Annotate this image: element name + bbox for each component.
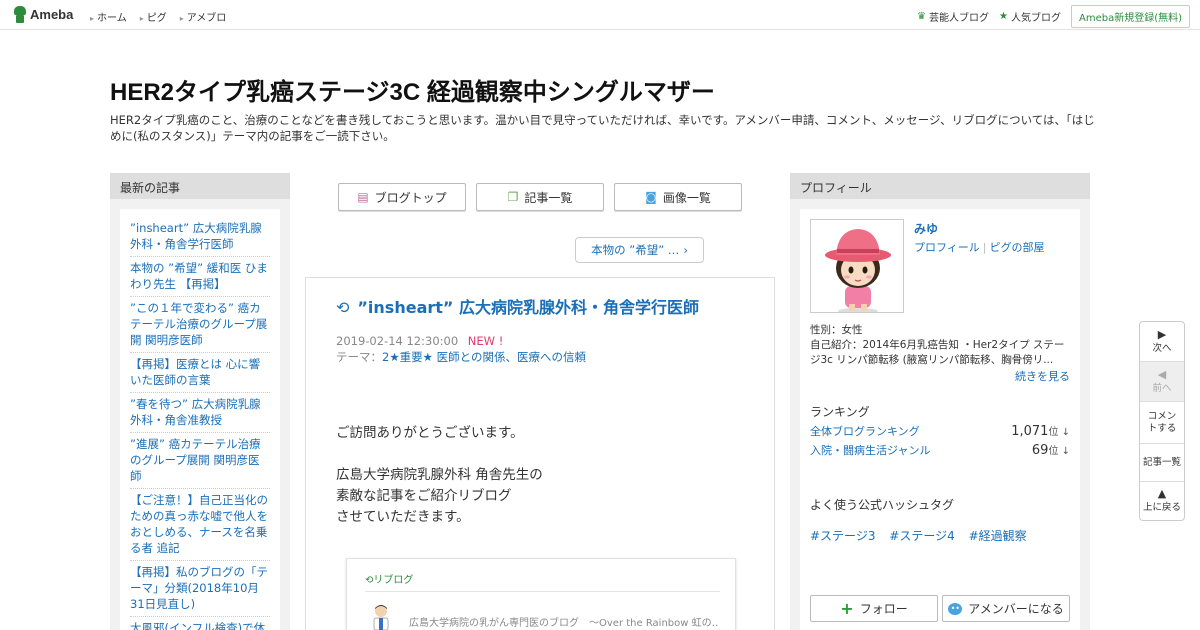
ranking-unit: 位 ↓ [1048,427,1070,438]
doctor-avatar-icon [373,605,389,630]
crown-icon: ♛ [917,11,927,22]
reblog-source: 広島大学病院の乳がん専門医のブログ ～Over the Rainbow 虹の… [409,618,719,629]
profile-inner: みゆ プロフィール | ピグの部屋 性別：女性 自己紹介：2014年6月乳癌告知 ・… [800,209,1080,630]
profile-intro: 自己紹介：2014年6月乳癌告知 ・Her2タイプ ステージ3c リンパ節転移 … [810,339,1065,366]
hashtag[interactable]: #ステージ3 [810,529,875,543]
list-item[interactable]: 大風邪(インフル検査)で休 [130,617,270,630]
theme-link[interactable]: 2★重要★ 医師との関係、医療への信頼 [382,350,586,364]
ranking-heading: ランキング [810,405,870,419]
triangle-left-icon: ◀ [1157,367,1167,381]
body-paragraph: ご訪問ありがとうございます。 [336,425,524,441]
reblog-card[interactable]: ⟲リブログ 広島大学病院の乳がん専門医のブログ ～Over the Rainbo… [346,558,736,630]
ameba-logo[interactable]: Ameba [13,6,73,23]
back-to-top-button[interactable]: ▲ 上に戻る [1140,482,1184,520]
profile-info: 性別：女性 自己紹介：2014年6月乳癌告知 ・Her2タイプ ステージ3c リ… [810,323,1072,368]
ranking-label[interactable]: 入院・闘病生活ジャンル [810,442,930,458]
article-body: ご訪問ありがとうございます。 広島大学病院乳腺外科 角舎先生の 素敵な記事をご紹… [336,423,543,528]
ranking-row-overall: 全体ブログランキング 1,071位 ↓ [810,423,1070,439]
nav-ameblo[interactable]: アメブロ [180,9,227,24]
celebrity-blog-link[interactable]: ♛ 芸能人ブログ [917,9,989,24]
next-article-link[interactable]: 本物の ”希望” … › [575,237,704,263]
reblog-label: ⟲リブログ [365,575,414,586]
blog-top-button[interactable]: ▤ ブログトップ [338,183,466,211]
blog-title[interactable]: HER2タイプ乳癌ステージ3C 経過観察中シングルマザー [110,72,715,107]
comment-button[interactable]: コメントする [1140,402,1184,444]
list-item[interactable]: ”進展” 癌カテーテル治療のグループ展開 関明彦医師 [130,433,270,489]
article-list-button[interactable]: ❐ 記事一覧 [476,183,604,211]
hashtag[interactable]: #経過観察 [969,529,1027,543]
chevron-right-icon: › [683,243,688,257]
triangle-right-icon: ▶ [1157,327,1167,341]
image-list-button[interactable]: ◙ 画像一覧 [614,183,742,211]
reblog-icon: ⟲ [336,298,350,317]
triangle-up-icon: ▲ [1157,487,1167,500]
blog-description: HER2タイプ乳癌のこと、治療のことなどを書き残しておこうと思います。温かい目で… [110,113,1095,143]
next-button[interactable]: ▶ 次へ [1140,322,1184,362]
ameba-logo-icon [13,6,27,23]
article-list-side-button[interactable]: 記事一覧 [1140,444,1184,482]
list-item[interactable]: 【ご注意！】自己正当化のための真っ赤な嘘で他人をおとしめる、ナースを名乗る者 追… [130,489,270,561]
become-member-button[interactable]: •• アメンバーになる [942,595,1070,622]
follow-button[interactable]: + フォロー [810,595,938,622]
top-bar: Ameba ホーム ピグ アメブロ ♛ 芸能人ブログ ★ 人気ブログ Ameba… [0,0,1200,30]
camera-icon: ◙ [645,190,657,204]
logo-text: Ameba [30,7,74,22]
hashtags-heading: よく使う公式ハッシュタグ [810,498,955,512]
new-badge: NEW ! [467,334,504,348]
register-button[interactable]: Ameba新規登録(無料) [1070,5,1190,28]
plus-icon: + [840,599,854,618]
ranking-unit: 位 ↓ [1048,446,1070,457]
list-item[interactable]: ”春を待つ” 広大病院乳腺外科・角舎准教授 [130,393,270,433]
top-nav: ホーム ピグ アメブロ [90,9,239,24]
profile-link[interactable]: プロフィール [914,241,980,254]
divider [365,591,720,592]
nav-home[interactable]: ホーム [90,9,127,24]
article-date: 2019-02-14 12:30:00 [336,334,459,348]
list-item[interactable]: 【再掲】医療とは 心に響いた医師の言葉 [130,353,270,393]
profile-gender: 性別：女性 [810,324,863,336]
profile-links: プロフィール | ピグの部屋 [914,241,1045,254]
ranking-value: 69 [1031,443,1049,458]
list-item[interactable]: 【再掲】私のブログの「テーマ」分類(2018年10月31日見直し) [130,561,270,617]
chat-bubble-icon: •• [948,602,963,615]
document-icon: ▤ [357,190,369,204]
pigg-room-link[interactable]: ピグの部屋 [990,241,1045,254]
list-item[interactable]: ”この１年で変わる” 癌カテーテル治療のグループ展開 関明彦医師 [130,297,270,353]
hashtag[interactable]: #ステージ4 [889,529,954,543]
list-item[interactable]: ”insheart” 広大病院乳腺外科・角舎学行医師 [130,217,270,257]
copy-icon: ❐ [507,190,519,204]
article: ⟲ ”insheart” 広大病院乳腺外科・角舎学行医師 2019-02-14 … [305,277,775,630]
body-line: 素敵な記事をご紹介リブログ [336,488,512,504]
nav-pigg[interactable]: ピグ [140,9,167,24]
ranking-label[interactable]: 全体ブログランキング [810,423,920,439]
hashtags: #ステージ3 #ステージ4 #経過観察 [810,527,1037,544]
body-line: させていただきます。 [336,509,470,525]
body-line: 広島大学病院乳腺外科 角舎先生の [336,467,543,483]
ranking-row-genre: 入院・闘病生活ジャンル 69位 ↓ [810,442,1070,458]
floating-side-nav: ▶ 次へ ◀ 前へ コメントする 記事一覧 ▲ 上に戻る [1139,321,1185,521]
profile-name[interactable]: みゆ [914,220,938,237]
read-more-link[interactable]: 続きを見る [1015,368,1070,384]
recent-articles-list: ”insheart” 広大病院乳腺外科・角舎学行医師 本物の ”希望” 緩和医 … [120,209,280,630]
article-meta: 2019-02-14 12:30:00 NEW ! テーマ：2★重要★ 医師との… [336,333,586,365]
recent-articles-panel: 最新の記事 ”insheart” 広大病院乳腺外科・角舎学行医師 本物の ”希望… [110,173,290,630]
prev-button[interactable]: ◀ 前へ [1140,362,1184,402]
avatar[interactable] [810,219,904,313]
theme-label: テーマ： [336,350,382,364]
popular-blog-link[interactable]: ★ 人気ブログ [999,9,1061,24]
ranking-value: 1,071 [1011,424,1049,439]
profile-panel: プロフィール みゆ プロフィール | ピグの部屋 性別：女性 自己紹介：2014… [790,173,1090,630]
star-icon: ★ [999,11,1008,22]
recent-articles-heading: 最新の記事 [110,173,290,199]
list-item[interactable]: 本物の ”希望” 緩和医 ひまわり先生 【再掲】 [130,257,270,297]
profile-heading: プロフィール [790,173,1090,199]
top-right-links: ♛ 芸能人ブログ ★ 人気ブログ Ameba新規登録(無料) [917,5,1190,28]
pigg-avatar-icon [825,229,891,312]
article-title[interactable]: ⟲ ”insheart” 広大病院乳腺外科・角舎学行医師 [336,298,756,318]
